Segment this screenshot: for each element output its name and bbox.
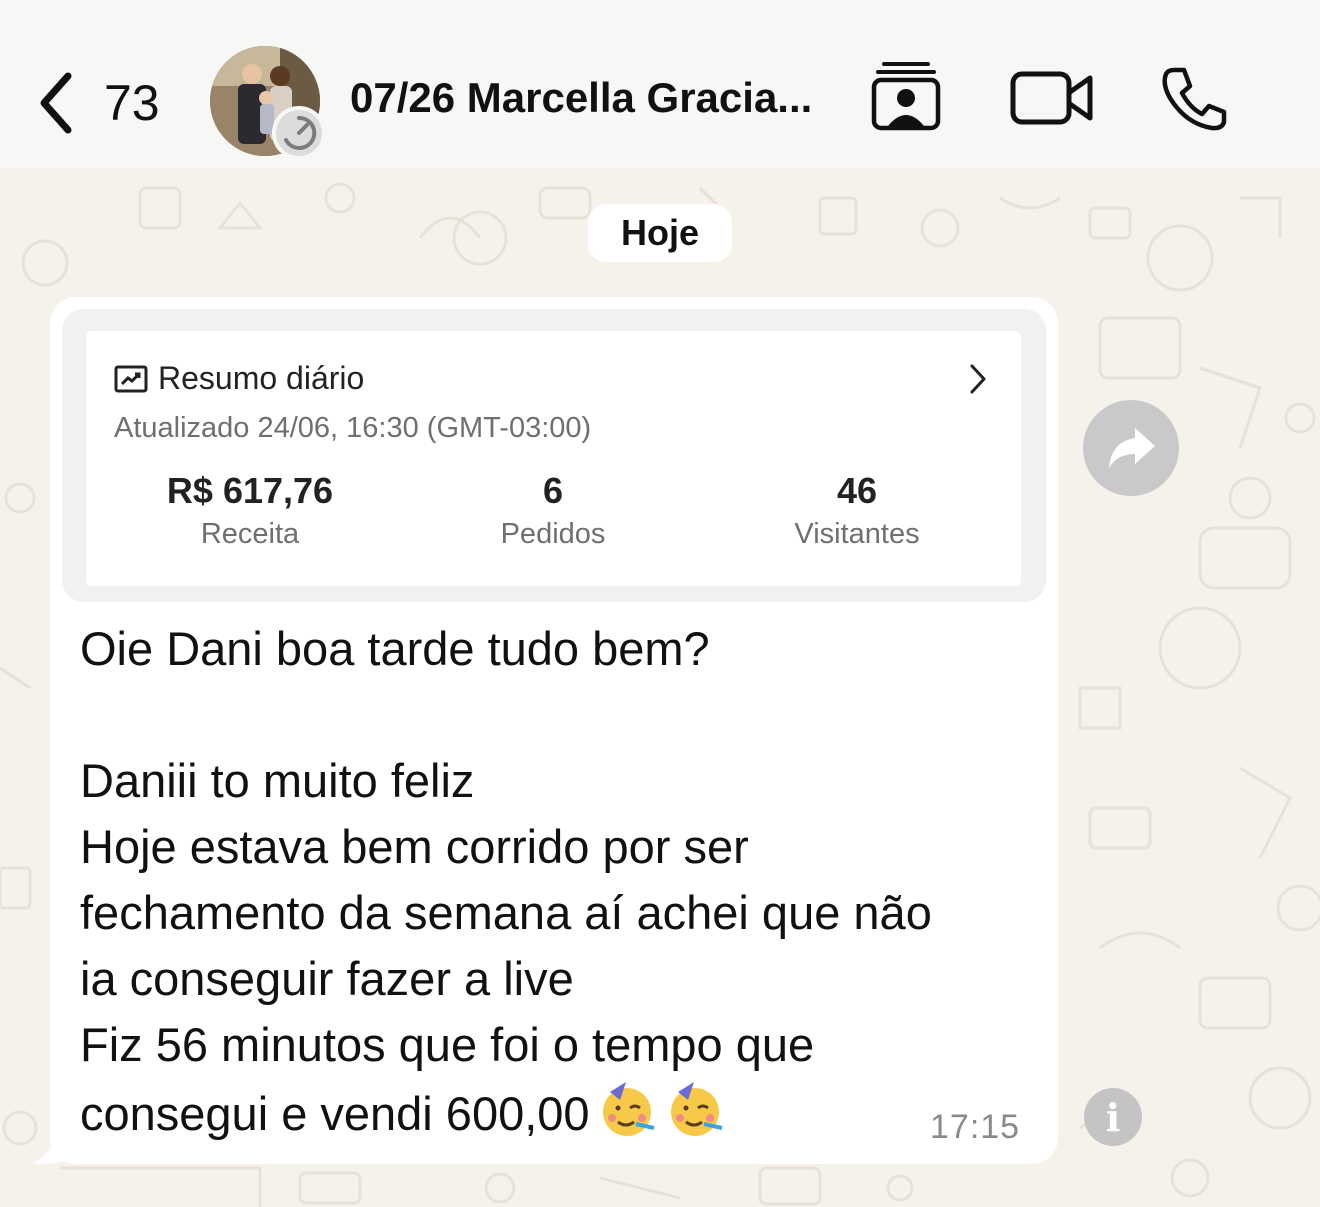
contact-name[interactable]: 07/26 Marcella Gracia...	[350, 74, 812, 122]
partying-face-icon	[602, 1082, 655, 1136]
status-timer-icon	[272, 106, 326, 160]
metric-label: Receita	[200, 518, 300, 550]
message-text: Oie Dani boa tarde tudo bem? Daniii to m…	[80, 616, 1030, 1147]
date-separator: Hoje	[588, 204, 732, 262]
message-timestamp: 17:15	[930, 1108, 1021, 1146]
metric-value: R$ 617,76	[166, 470, 334, 511]
metric-label: Visitantes	[794, 518, 920, 550]
forward-button[interactable]	[1083, 400, 1179, 496]
unread-count: 73	[104, 75, 160, 131]
chat-header: 73 07/26 Marcella Gracia...	[0, 0, 1320, 168]
card-header: Resumo diário	[114, 360, 364, 397]
partying-face-icon	[670, 1082, 723, 1136]
info-icon: i	[1105, 1094, 1121, 1140]
card-title: Resumo diário	[158, 360, 365, 396]
card-updated-time: Atualizado 24/06, 16:30 (GMT-03:00)	[114, 412, 592, 444]
message-body: Oie Dani boa tarde tudo bem? Daniii to m…	[80, 622, 932, 1140]
metric-revenue: R$ 617,76 Receita	[150, 470, 350, 551]
info-button[interactable]: i	[1084, 1088, 1142, 1146]
forward-arrow-icon	[1109, 428, 1155, 468]
metric-value: 46	[836, 470, 878, 511]
chevron-right-icon[interactable]	[966, 362, 990, 401]
metric-orders: 6 Pedidos	[453, 470, 653, 551]
metric-visitors: 46 Visitantes	[757, 470, 957, 551]
chevron-left-icon	[40, 72, 72, 134]
video-camera-icon[interactable]	[1010, 70, 1094, 126]
phone-icon[interactable]	[1160, 66, 1228, 132]
metric-label: Pedidos	[500, 518, 606, 550]
back-button[interactable]: 73	[36, 68, 166, 138]
metric-value: 6	[542, 470, 564, 511]
contact-card-icon[interactable]	[870, 60, 942, 132]
chart-icon	[114, 365, 148, 392]
